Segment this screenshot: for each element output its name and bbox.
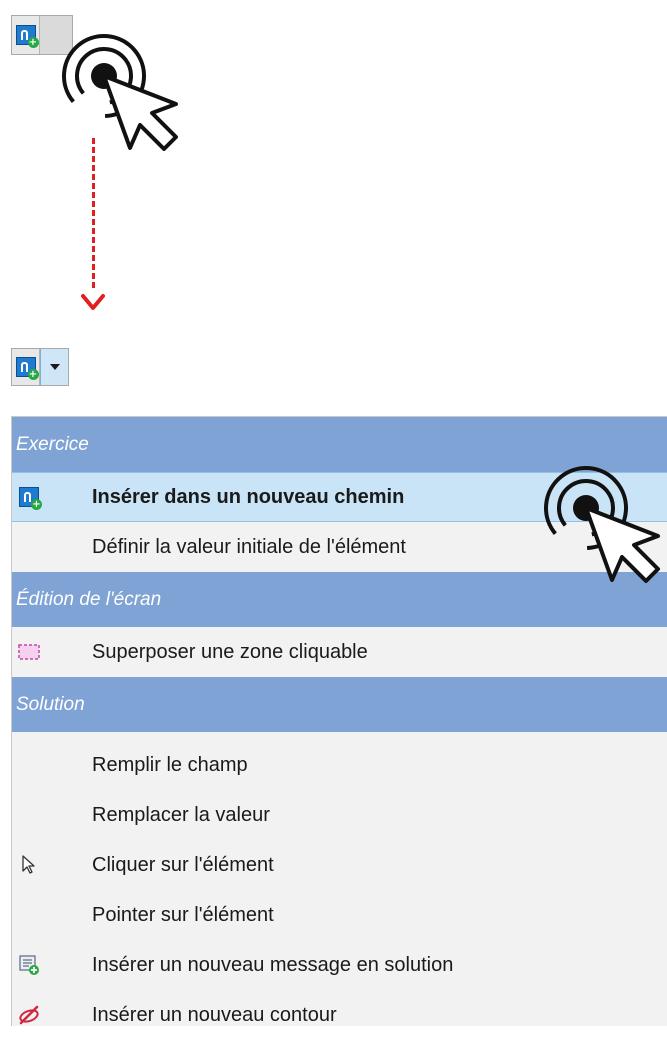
- menu-item-point-element[interactable]: Pointer sur l'élément: [12, 890, 667, 940]
- app-icon: [18, 486, 42, 510]
- menu-item-insert-solution-message[interactable]: Insérer un nouveau message en solution: [12, 940, 667, 990]
- menu-item-label: Superposer une zone cliquable: [92, 640, 368, 663]
- menu-item-replace-value[interactable]: Remplacer la valeur: [12, 790, 667, 840]
- chevron-down-icon: [49, 364, 60, 370]
- menu-item-label: Insérer un nouveau message en solution: [92, 953, 454, 976]
- dropdown-arrow-button[interactable]: [40, 349, 68, 385]
- menu-item-overlay-clickable-zone[interactable]: Superposer une zone cliquable: [12, 627, 667, 677]
- click-pointer-icon: [544, 465, 660, 583]
- arrow-down-icon: [81, 294, 105, 310]
- menu-item-fill-field[interactable]: Remplir le champ: [12, 740, 667, 790]
- cursor-icon: [18, 854, 40, 876]
- menu-item-label: Remplir le champ: [92, 753, 248, 776]
- menu-group-header: Solution: [12, 677, 667, 732]
- menu-item-insert-contour[interactable]: Insérer un nouveau contour: [12, 990, 667, 1040]
- transition-connector: [92, 138, 95, 288]
- contour-icon: [18, 1004, 40, 1026]
- menu-item-label: Cliquer sur l'élément: [92, 853, 274, 876]
- dashed-rect-icon: [18, 641, 40, 663]
- click-pointer-icon: [62, 34, 178, 151]
- split-button-bottom[interactable]: [11, 348, 69, 386]
- menu-item-click-element[interactable]: Cliquer sur l'élément: [12, 840, 667, 890]
- menu-item-label: Insérer un nouveau contour: [92, 1003, 337, 1026]
- insert-path-button[interactable]: [12, 349, 40, 385]
- menu-item-label: Remplacer la valeur: [92, 803, 270, 826]
- app-icon: [15, 357, 39, 380]
- menu-item-label: Insérer dans un nouveau chemin: [92, 485, 405, 508]
- menu-item-label: Pointer sur l'élément: [92, 903, 274, 926]
- insert-path-button[interactable]: [12, 16, 40, 54]
- app-icon: [15, 25, 39, 48]
- message-icon: [18, 954, 40, 976]
- menu-item-label: Définir la valeur initiale de l'élément: [92, 535, 406, 558]
